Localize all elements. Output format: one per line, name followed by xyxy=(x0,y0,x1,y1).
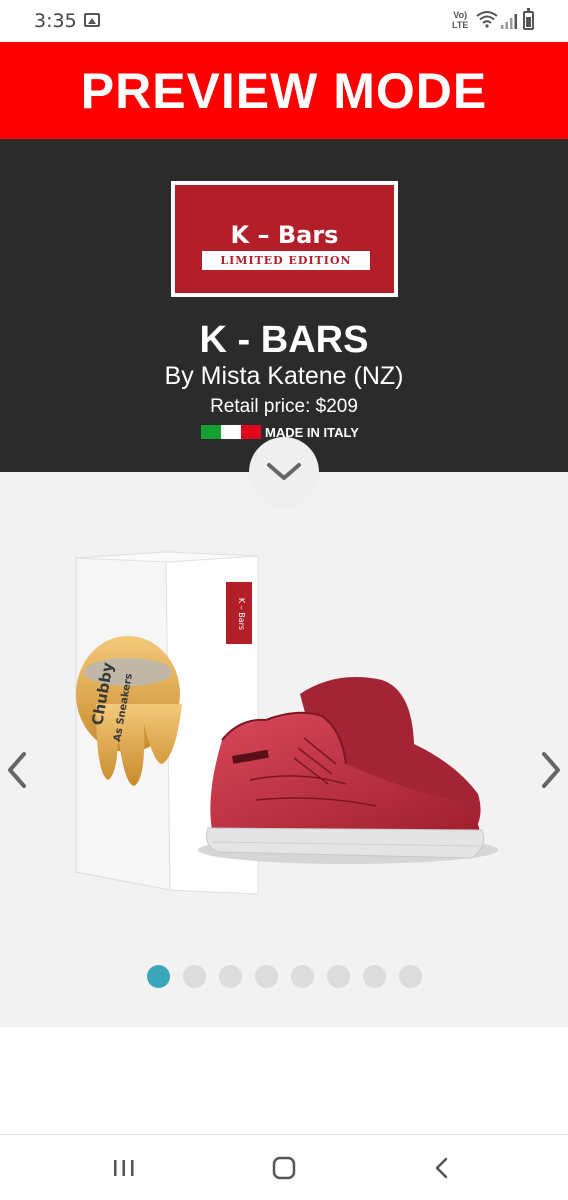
brand-logo: K – Bars LIMITED EDITION xyxy=(171,181,398,297)
status-time: 3:35 xyxy=(34,10,77,32)
italy-flag-icon xyxy=(201,425,261,439)
box-label-text: K – Bars xyxy=(237,598,246,630)
status-bar: 3:35 Vo) LTE xyxy=(0,0,568,42)
logo-subtitle: LIMITED EDITION xyxy=(202,251,370,270)
preview-mode-banner: PREVIEW MODE xyxy=(0,42,568,139)
back-button[interactable] xyxy=(422,1153,462,1183)
gallery-dot-4[interactable] xyxy=(254,965,278,988)
chevron-left-icon xyxy=(8,752,26,788)
product-designer: By Mista Katene (NZ) xyxy=(164,362,404,390)
chevron-right-icon xyxy=(542,752,560,788)
preview-mode-text: PREVIEW MODE xyxy=(80,62,488,119)
product-header: K – Bars LIMITED EDITION K - BARS By Mis… xyxy=(0,139,568,472)
gallery-dot-5[interactable] xyxy=(290,965,314,988)
gallery-dot-7[interactable] xyxy=(362,965,386,988)
signal-icon xyxy=(501,14,517,29)
back-icon xyxy=(435,1157,448,1179)
gallery-dot-6[interactable] xyxy=(326,965,350,988)
wifi-icon xyxy=(476,11,498,28)
network-type-label: Vo) LTE xyxy=(452,10,469,30)
home-button[interactable] xyxy=(264,1153,304,1183)
product-price: Retail price: $209 xyxy=(210,396,358,417)
battery-icon xyxy=(523,8,534,30)
product-title: K - BARS xyxy=(199,319,369,361)
system-navigation-bar xyxy=(0,1134,568,1200)
gallery-dot-1[interactable] xyxy=(146,965,170,988)
recent-apps-icon xyxy=(114,1160,134,1176)
gallery-pagination xyxy=(0,965,568,989)
scroll-down-button[interactable] xyxy=(249,437,319,507)
image-icon xyxy=(84,13,100,27)
recent-apps-button[interactable] xyxy=(104,1153,144,1183)
gallery-dot-8[interactable] xyxy=(398,965,422,988)
gallery-dot-2[interactable] xyxy=(182,965,206,988)
product-image: K – Bars Chubby As Sneakers xyxy=(75,551,498,895)
gallery-dot-3[interactable] xyxy=(218,965,242,988)
product-gallery: K – Bars Chubby As Sneakers xyxy=(0,472,568,1027)
gallery-prev-button[interactable] xyxy=(0,740,36,800)
chevron-down-icon xyxy=(267,463,301,480)
logo-title: K – Bars xyxy=(230,221,339,249)
home-icon xyxy=(272,1156,296,1180)
gallery-next-button[interactable] xyxy=(532,740,568,800)
